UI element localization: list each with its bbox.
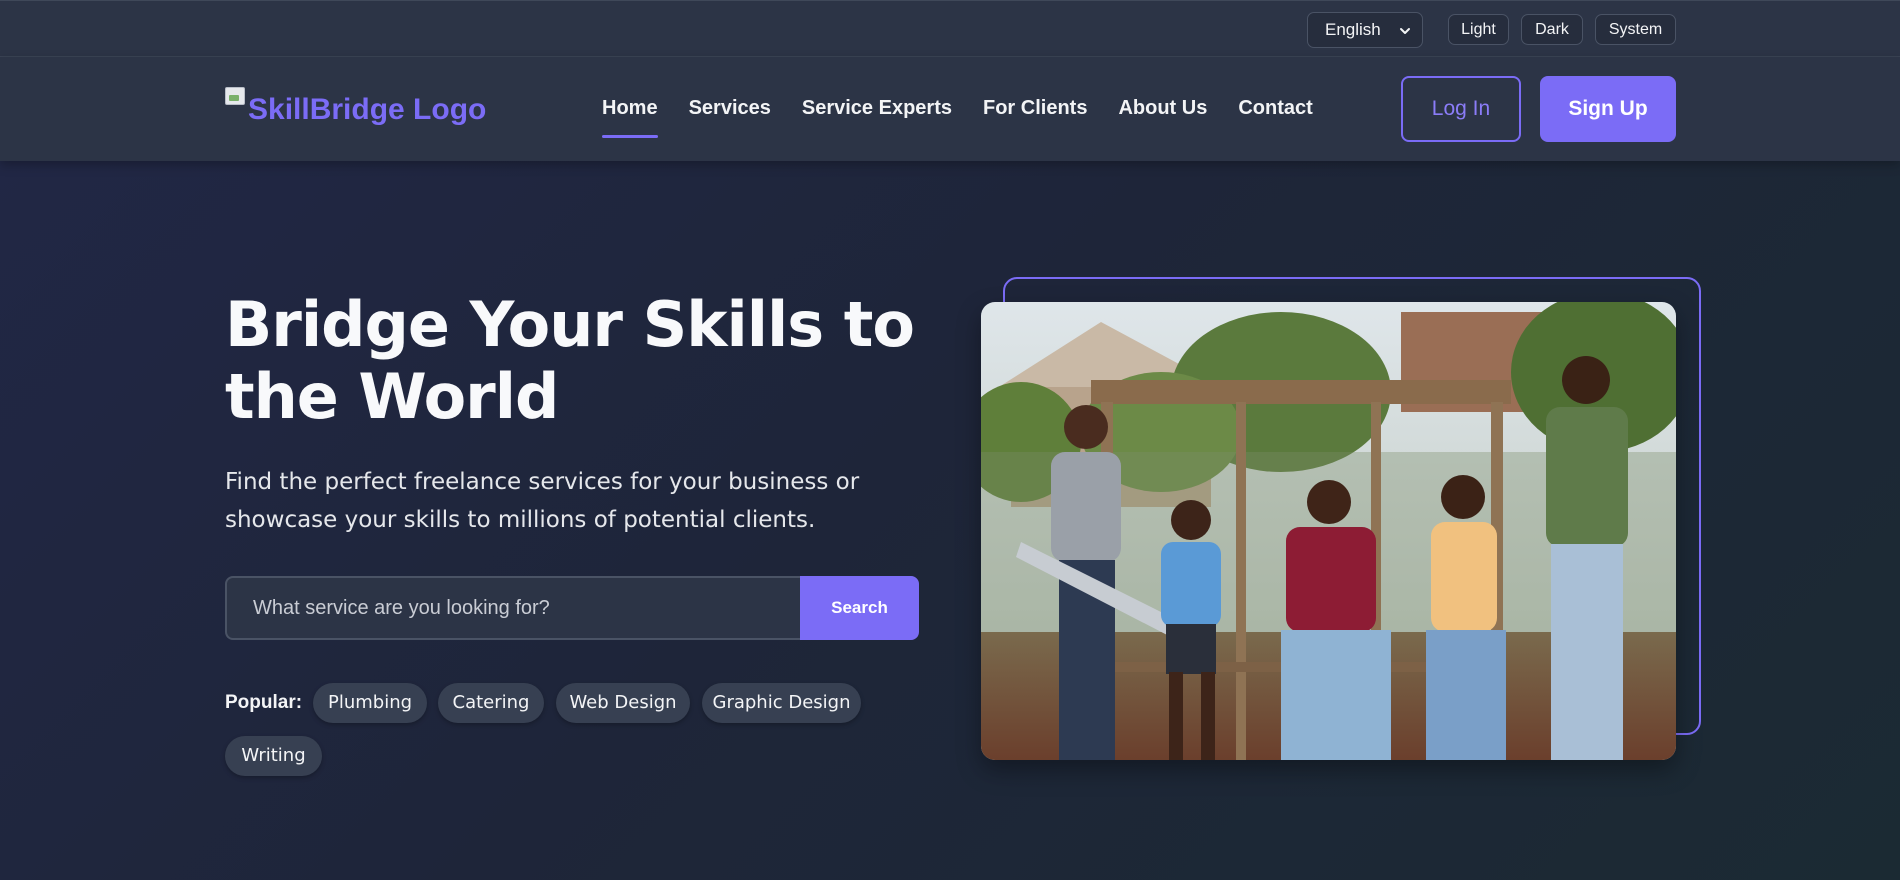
popular-label: Popular: bbox=[225, 692, 303, 713]
search-button[interactable]: Search bbox=[800, 576, 919, 640]
nav-item-for-clients[interactable]: For Clients bbox=[983, 96, 1087, 130]
popular-tag-plumbing[interactable]: Plumbing bbox=[313, 683, 427, 723]
language-select-value: English bbox=[1325, 20, 1381, 39]
nav-item-about-us[interactable]: About Us bbox=[1118, 96, 1207, 130]
nav-item-home[interactable]: Home bbox=[602, 96, 658, 138]
hero-subtitle: Find the perfect freelance services for … bbox=[225, 469, 860, 533]
utility-bar: English Light Dark System bbox=[0, 0, 1900, 57]
hero-section: Bridge Your Skills to the World Find the… bbox=[0, 161, 1900, 880]
nav-item-service-experts[interactable]: Service Experts bbox=[802, 96, 952, 130]
popular-tag-catering[interactable]: Catering bbox=[438, 683, 544, 723]
theme-light-button[interactable]: Light bbox=[1448, 14, 1509, 45]
language-select[interactable]: English bbox=[1307, 12, 1423, 48]
nav-item-contact[interactable]: Contact bbox=[1238, 96, 1312, 130]
main-nav: Home Services Service Experts For Client… bbox=[602, 96, 1313, 138]
nav-item-services[interactable]: Services bbox=[689, 96, 771, 130]
theme-dark-button[interactable]: Dark bbox=[1521, 14, 1583, 45]
popular-tag-writing[interactable]: Writing bbox=[225, 736, 322, 776]
broken-image-icon bbox=[225, 87, 245, 105]
hero-photo bbox=[981, 302, 1676, 760]
logo-alt-text: SkillBridge Logo bbox=[248, 93, 487, 126]
chevron-down-icon bbox=[1400, 28, 1410, 34]
search-input[interactable]: What service are you looking for? bbox=[225, 576, 800, 640]
site-logo[interactable]: SkillBridge Logo bbox=[225, 83, 486, 127]
signup-button[interactable]: Sign Up bbox=[1540, 76, 1676, 142]
theme-system-button[interactable]: System bbox=[1595, 14, 1676, 45]
popular-tag-graphic-design[interactable]: Graphic Design bbox=[702, 683, 861, 723]
popular-tag-web-design[interactable]: Web Design bbox=[556, 683, 690, 723]
hero-title: Bridge Your Skills to the World bbox=[225, 288, 915, 433]
hero-photo-illustration bbox=[981, 302, 1676, 760]
site-header: SkillBridge Logo Home Services Service E… bbox=[0, 57, 1900, 161]
login-button[interactable]: Log In bbox=[1401, 76, 1521, 142]
